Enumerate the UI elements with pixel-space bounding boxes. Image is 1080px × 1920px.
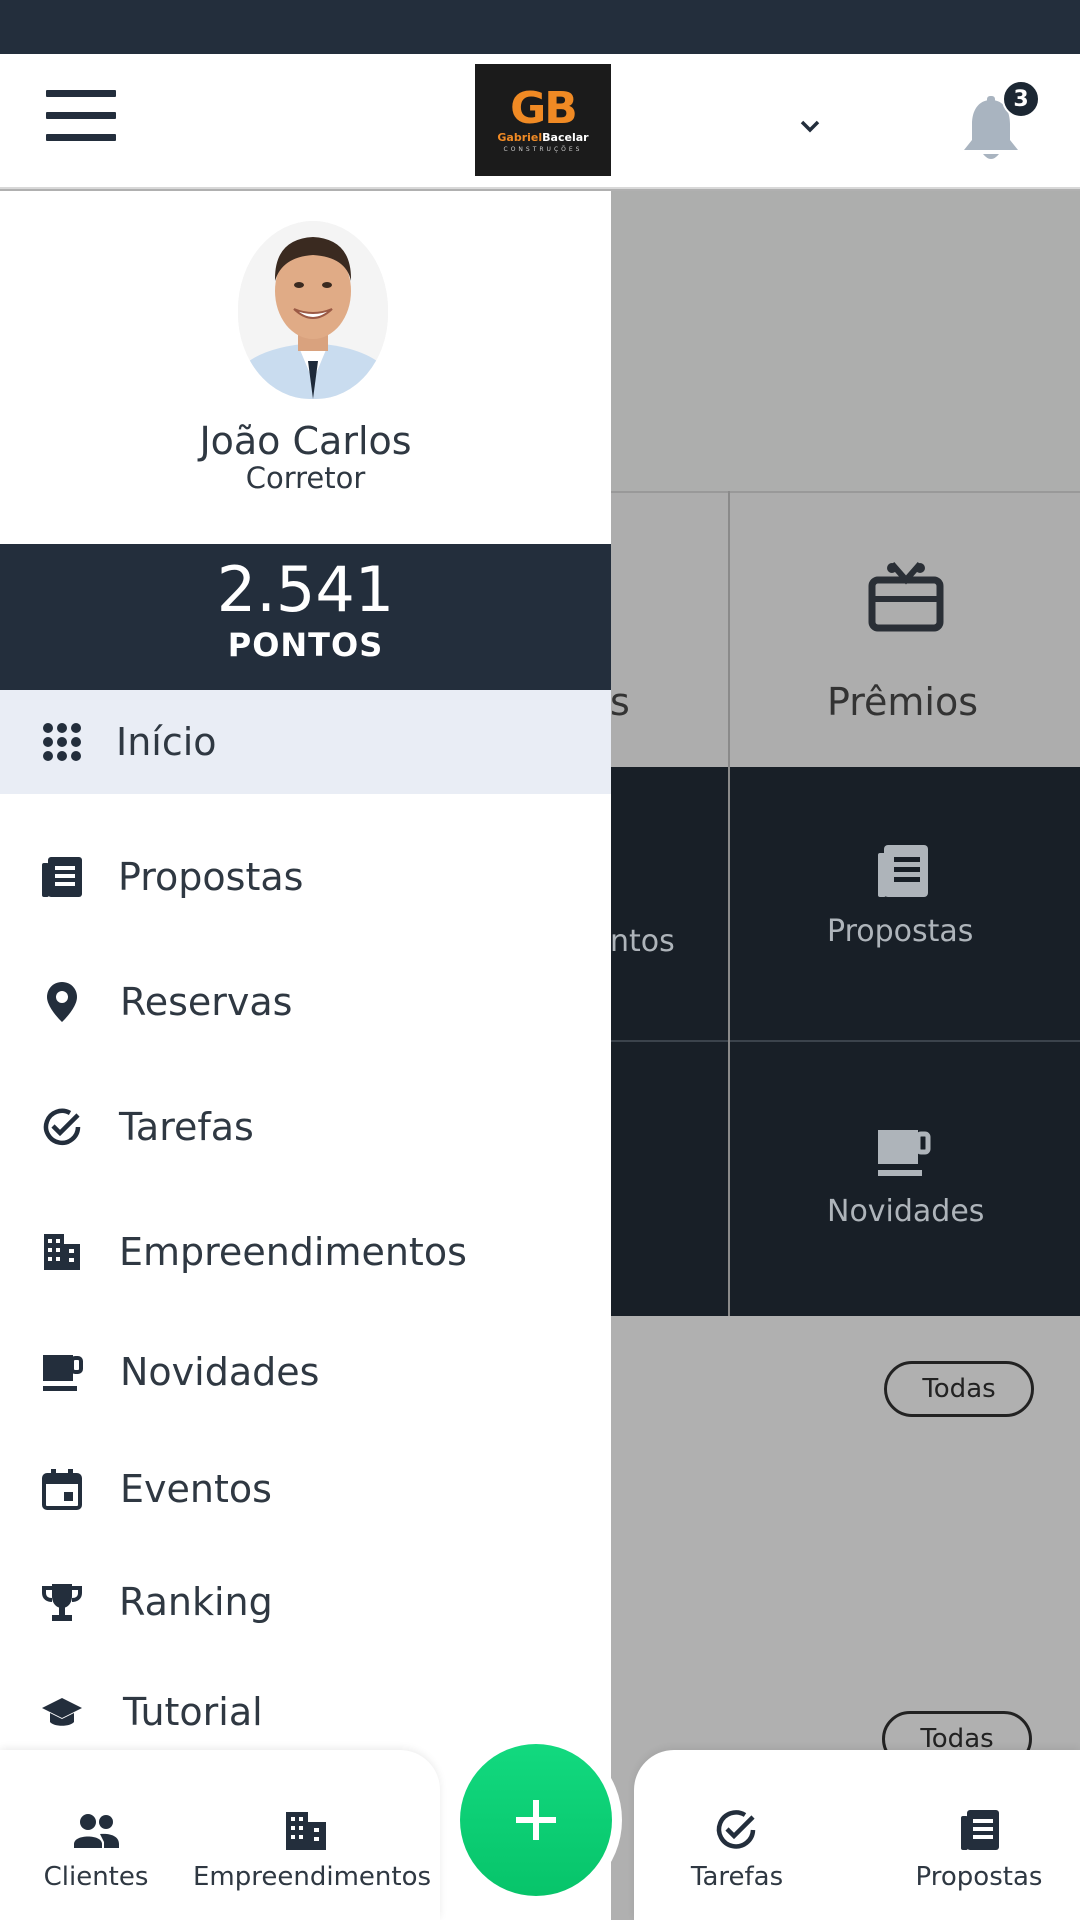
propostas-card-label[interactable]: Propostas [827,914,973,949]
check-circle-icon [43,1108,81,1146]
menu-label: Novidades [120,1350,320,1394]
novidades-card-label[interactable]: Novidades [827,1194,984,1229]
add-fab-button[interactable] [460,1744,612,1896]
points-label: PONTOS [227,626,384,664]
points-value: 2.541 [216,553,395,626]
calendar-icon [42,1469,82,1510]
gift-card-icon [868,562,944,632]
document-list-icon [961,1810,999,1850]
todas-button[interactable]: Todas [884,1361,1034,1417]
menu-item-empreendimentos[interactable]: Empreendimentos [0,1200,611,1304]
navigation-drawer: João Carlos Corretor 2.541 PONTOS Início… [0,191,611,1920]
menu-hamburger-icon[interactable] [46,90,116,142]
nav-clientes[interactable]: Clientes [40,1808,152,1892]
top-app-bar: GB GabrielBacelar CONSTRUÇÕES 3 [0,54,1080,189]
menu-label: Tutorial [123,1690,263,1734]
partial-card-label: s [610,680,630,724]
menu-item-tarefas[interactable]: Tarefas [0,1075,611,1179]
menu-item-propostas[interactable]: Propostas [0,825,611,929]
building-icon [286,1812,326,1850]
menu-item-novidades[interactable]: Novidades [0,1320,611,1424]
nav-label: Clientes [43,1862,149,1892]
location-pin-icon [47,982,77,1022]
people-icon [74,1814,119,1848]
logo-mark: GB [510,82,578,134]
points-panel: 2.541 PONTOS [0,544,611,690]
notification-badge: 3 [1002,80,1040,118]
menu-label: Ranking [119,1580,273,1624]
nav-propostas[interactable]: Propostas [904,1808,1054,1892]
background-hero [610,191,1080,491]
menu-item-reservas[interactable]: Reservas [0,950,611,1054]
nav-tarefas[interactable]: Tarefas [682,1808,792,1892]
nav-empreendimentos[interactable]: Empreendimentos [193,1808,432,1892]
coffee-cup-icon [43,1355,83,1391]
grid-divider-vertical [728,491,730,1316]
nav-label: Tarefas [690,1862,784,1892]
logo-name: GabrielBacelar [497,130,589,144]
menu-label: Eventos [120,1467,272,1511]
menu-label: Reservas [120,980,293,1024]
background-card-row [610,491,1080,767]
menu-label: Propostas [118,855,304,899]
company-logo: GB GabrielBacelar CONSTRUÇÕES [475,64,611,176]
nav-label: Empreendimentos [193,1862,432,1892]
plus-icon [516,1800,556,1840]
premios-card-label[interactable]: Prêmios [827,680,978,724]
chevron-down-icon[interactable] [796,116,824,136]
trophy-icon [42,1584,82,1621]
graduation-cap-icon [42,1698,82,1726]
menu-label: Empreendimentos [119,1230,467,1274]
coffee-cup-icon [878,1130,931,1176]
grid-icon [43,723,81,761]
document-list-icon [878,845,928,897]
grid-divider [610,1040,1080,1042]
bottom-nav-right: Tarefas Propostas [634,1750,1080,1920]
partial-dark-card-label: ntos [610,924,675,959]
menu-item-eventos[interactable]: Eventos [0,1437,611,1541]
menu-item-ranking[interactable]: Ranking [0,1550,611,1654]
check-circle-icon [716,1810,756,1849]
menu-label: Tarefas [119,1105,254,1149]
status-bar [0,0,1080,54]
document-list-icon [42,857,82,897]
menu-label: Início [116,720,217,764]
user-role: Corretor [245,461,366,495]
bottom-nav-left: Clientes Empreendimentos [0,1750,440,1920]
user-name: João Carlos [199,419,412,463]
building-icon [44,1234,80,1270]
avatar [238,221,388,399]
menu-item-inicio[interactable]: Início [0,690,611,794]
nav-label: Propostas [915,1862,1043,1892]
logo-subtitle: CONSTRUÇÕES [503,145,583,153]
